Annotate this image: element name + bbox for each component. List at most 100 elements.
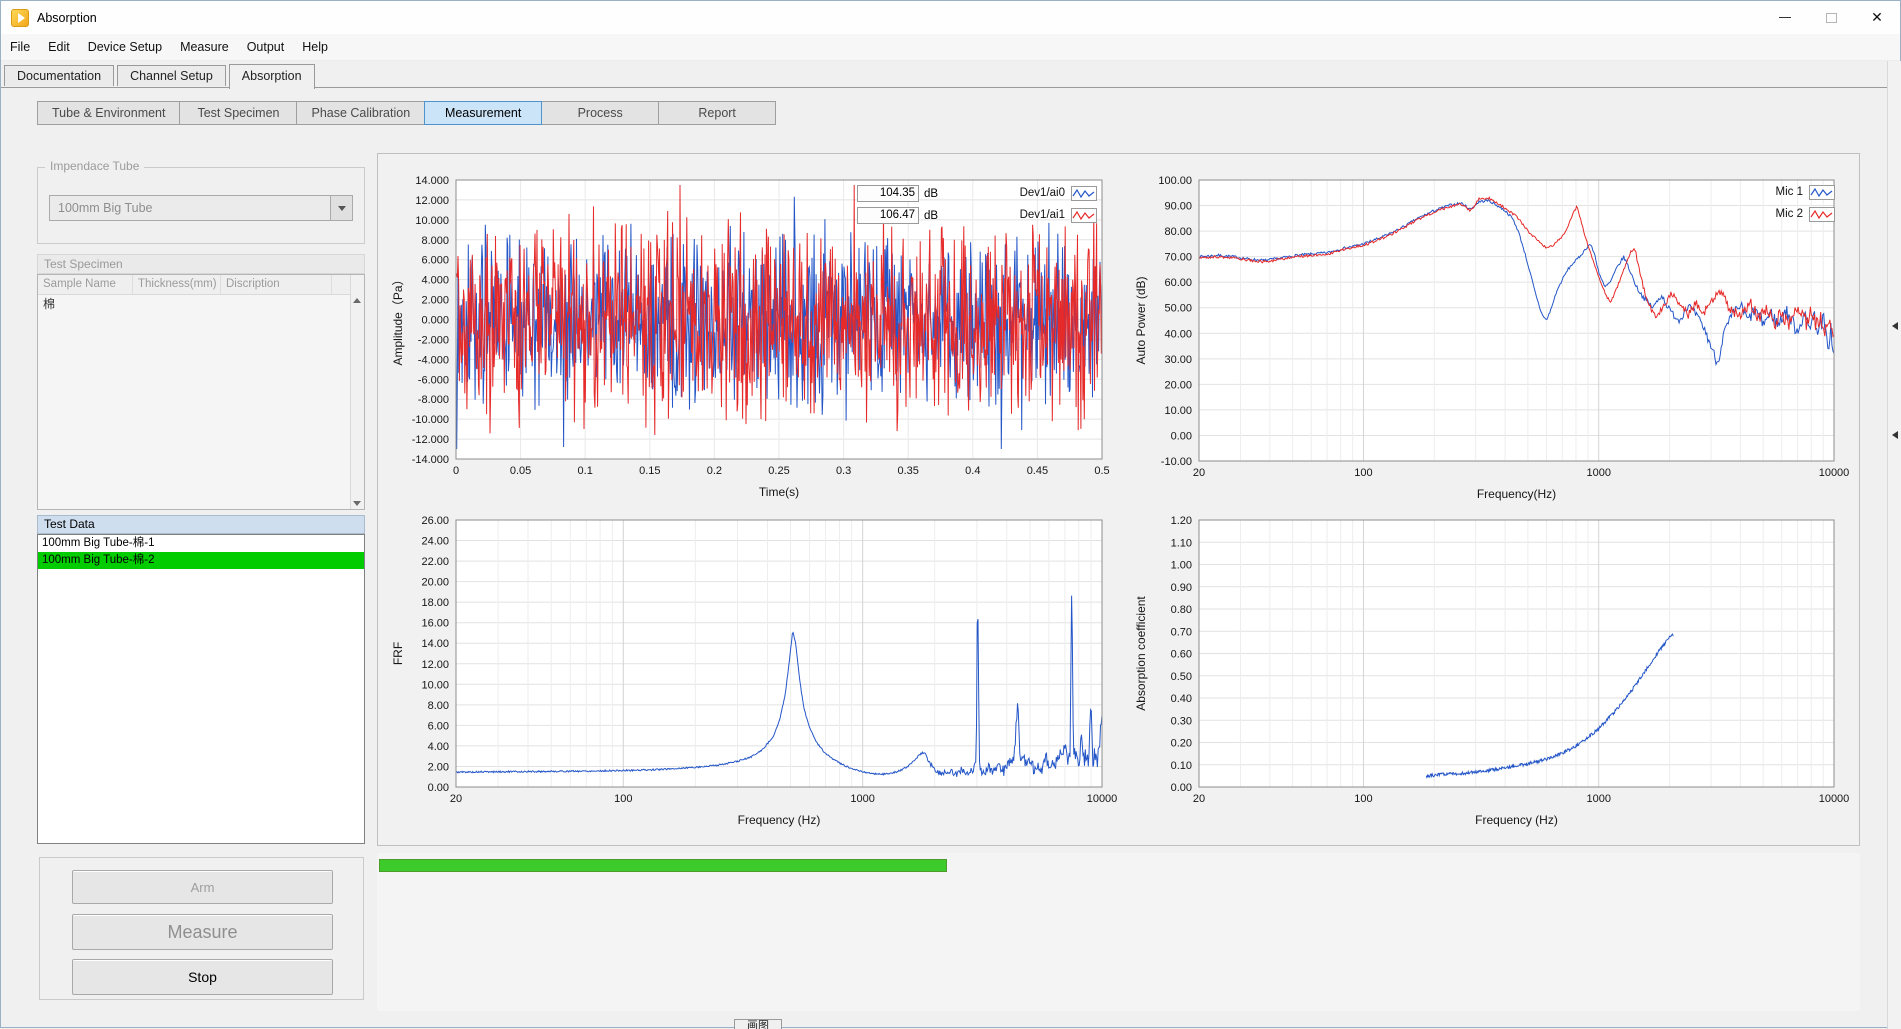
- test-data-label: Test Data: [37, 515, 365, 534]
- svg-text:4.000: 4.000: [421, 275, 449, 287]
- svg-text:10.00: 10.00: [1164, 405, 1192, 417]
- tab-channel-setup[interactable]: Channel Setup: [117, 65, 226, 86]
- sub-tab-bar: Tube & EnvironmentTest SpecimenPhase Cal…: [37, 101, 776, 125]
- legend-label: Mic 2: [1776, 208, 1803, 220]
- svg-text:22.00: 22.00: [421, 556, 449, 568]
- svg-text:1000: 1000: [1586, 467, 1610, 479]
- svg-text:1.00: 1.00: [1171, 560, 1192, 572]
- svg-text:10.00: 10.00: [421, 679, 449, 691]
- menu-output[interactable]: Output: [238, 36, 294, 58]
- absorption-coefficient-chart: 0.000.100.200.300.400.500.600.700.800.90…: [1121, 504, 1854, 837]
- scroll-down-icon[interactable]: [353, 501, 361, 506]
- list-item[interactable]: 100mm Big Tube-棉-1: [38, 535, 364, 552]
- subtab-test-specimen[interactable]: Test Specimen: [179, 101, 297, 125]
- svg-text:0.25: 0.25: [768, 465, 789, 477]
- svg-text:0.30: 0.30: [1171, 715, 1192, 727]
- column-header-discription: Discription: [221, 275, 332, 294]
- legend-item-dev1-ai1[interactable]: Dev1/ai1: [945, 207, 1097, 223]
- svg-text:20: 20: [450, 793, 462, 805]
- dropdown-arrow-button[interactable]: [330, 196, 352, 220]
- maximize-button[interactable]: [1808, 1, 1854, 34]
- tab-documentation[interactable]: Documentation: [4, 65, 114, 86]
- svg-text:100: 100: [614, 793, 632, 805]
- subtab-report[interactable]: Report: [658, 101, 776, 125]
- tab-absorption[interactable]: Absorption: [229, 64, 315, 89]
- menu-bar: FileEditDevice SetupMeasureOutputHelp: [1, 34, 1900, 61]
- svg-text:0.35: 0.35: [897, 465, 918, 477]
- application-window: { "window": {"title": "Absorption"}, "me…: [0, 0, 1901, 1028]
- svg-text:FRF: FRF: [391, 642, 405, 665]
- scroll-up-icon[interactable]: [353, 298, 361, 303]
- arm-button[interactable]: Arm: [72, 870, 333, 904]
- svg-text:30.00: 30.00: [1164, 354, 1192, 366]
- svg-text:14.000: 14.000: [415, 175, 449, 187]
- test-specimen-table-body: 棉: [38, 295, 364, 313]
- svg-text:100.00: 100.00: [1158, 175, 1192, 187]
- svg-text:0.90: 0.90: [1171, 582, 1192, 594]
- splitter-arrow-icon[interactable]: [1892, 322, 1898, 330]
- test-specimen-label: Test Specimen: [37, 254, 365, 274]
- svg-text:0.10: 0.10: [1171, 760, 1192, 772]
- legend-item-mic-1[interactable]: Mic 1: [1677, 184, 1835, 200]
- subtab-phase-calibration[interactable]: Phase Calibration: [296, 101, 425, 125]
- table-cell: 棉: [38, 295, 133, 313]
- legend-item-dev1-ai0[interactable]: Dev1/ai0: [945, 185, 1097, 201]
- play-arrow-icon: [18, 13, 25, 23]
- svg-text:Time(s): Time(s): [759, 485, 799, 499]
- waveform-legend-icon: [1809, 207, 1835, 222]
- menu-edit[interactable]: Edit: [39, 36, 79, 58]
- waveform-legend-icon: [1809, 185, 1835, 200]
- svg-text:1.20: 1.20: [1171, 515, 1192, 527]
- svg-text:0.60: 0.60: [1171, 649, 1192, 661]
- test-specimen-scrollbar[interactable]: [350, 275, 364, 509]
- impedance-tube-select[interactable]: 100mm Big Tube: [49, 195, 353, 221]
- level-readout: 104.35dB: [857, 185, 938, 202]
- action-button-group: Arm Measure Stop: [39, 857, 364, 1000]
- svg-text:40.00: 40.00: [1164, 328, 1192, 340]
- svg-text:0.4: 0.4: [965, 465, 980, 477]
- subtab-measurement[interactable]: Measurement: [424, 101, 542, 125]
- close-button[interactable]: ✕: [1854, 1, 1900, 34]
- subtab-tube-environment[interactable]: Tube & Environment: [37, 101, 180, 125]
- test-specimen-table-header: Sample NameThickness(mm)Discription: [38, 275, 364, 295]
- svg-text:-6.000: -6.000: [418, 374, 449, 386]
- svg-text:-4.000: -4.000: [418, 354, 449, 366]
- menu-measure[interactable]: Measure: [171, 36, 238, 58]
- svg-text:50.00: 50.00: [1164, 303, 1192, 315]
- svg-text:2.000: 2.000: [421, 295, 449, 307]
- legend-label: Dev1/ai1: [1020, 209, 1065, 221]
- svg-text:20.00: 20.00: [421, 577, 449, 589]
- svg-text:Frequency (Hz): Frequency (Hz): [738, 813, 821, 827]
- svg-text:10000: 10000: [1819, 467, 1850, 479]
- svg-text:10000: 10000: [1087, 793, 1118, 805]
- svg-text:10000: 10000: [1819, 793, 1850, 805]
- legend-item-mic-2[interactable]: Mic 2: [1677, 206, 1835, 222]
- svg-text:8.000: 8.000: [421, 235, 449, 247]
- svg-text:12.000: 12.000: [415, 195, 449, 207]
- minimize-button[interactable]: [1762, 1, 1808, 34]
- svg-text:100: 100: [1354, 467, 1372, 479]
- level-readout: 106.47dB: [857, 207, 938, 224]
- menu-device-setup[interactable]: Device Setup: [79, 36, 171, 58]
- svg-text:1000: 1000: [1586, 793, 1610, 805]
- subtab-process[interactable]: Process: [541, 101, 659, 125]
- test-specimen-table: Sample NameThickness(mm)Discription 棉: [37, 274, 365, 510]
- svg-text:0.00: 0.00: [1171, 430, 1192, 442]
- close-icon: ✕: [1871, 9, 1883, 26]
- stop-button[interactable]: Stop: [72, 959, 333, 995]
- test-data-list: 100mm Big Tube-棉-1100mm Big Tube-棉-2: [37, 534, 365, 844]
- table-cell: [221, 295, 332, 313]
- svg-text:-2.000: -2.000: [418, 334, 449, 346]
- menu-help[interactable]: Help: [293, 36, 337, 58]
- level-value: 106.47: [857, 207, 919, 224]
- svg-text:24.00: 24.00: [421, 536, 449, 548]
- svg-text:0: 0: [453, 465, 459, 477]
- svg-text:-14.000: -14.000: [412, 454, 449, 466]
- menu-file[interactable]: File: [1, 36, 39, 58]
- list-item[interactable]: 100mm Big Tube-棉-2: [38, 552, 364, 569]
- right-scrollbar[interactable]: [1887, 61, 1901, 1029]
- svg-text:Auto Power (dB): Auto Power (dB): [1134, 276, 1148, 364]
- svg-text:0.15: 0.15: [639, 465, 660, 477]
- splitter-arrow-icon[interactable]: [1892, 431, 1898, 439]
- measure-button[interactable]: Measure: [72, 914, 333, 950]
